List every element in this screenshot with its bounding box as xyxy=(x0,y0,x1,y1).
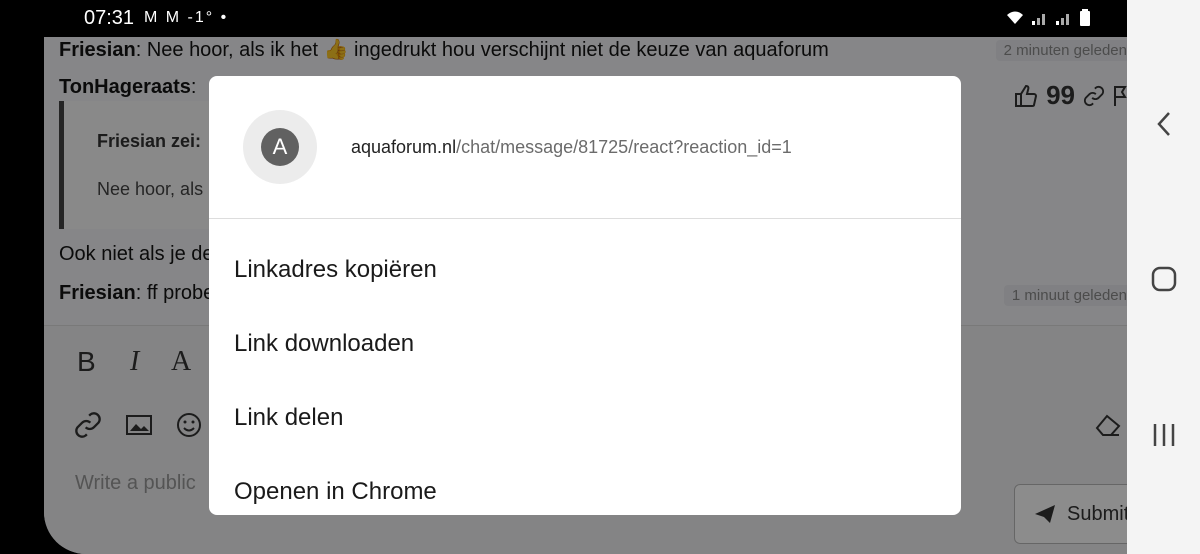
navigation-bar xyxy=(1127,0,1200,554)
home-icon xyxy=(1151,266,1176,292)
link-url: aquaforum.nl/chat/message/81725/react?re… xyxy=(351,137,792,158)
back-button[interactable] xyxy=(1127,110,1200,138)
menu-open-in-chrome[interactable]: Openen in Chrome xyxy=(234,478,437,506)
recents-icon xyxy=(1153,424,1174,446)
menu-copy-link[interactable]: Linkadres kopiëren xyxy=(234,256,437,284)
phone-screen: 07:31 M M -1° • Friesian: Nee hoor, als … xyxy=(0,0,1127,554)
battery-icon xyxy=(1080,9,1090,26)
status-bar: 07:31 M M -1° • xyxy=(0,0,1127,37)
url-path: /chat/message/81725/react?reaction_id=1 xyxy=(456,137,792,157)
status-time: 07:31 xyxy=(84,7,135,29)
url-domain: aquaforum.nl xyxy=(351,137,457,157)
home-button[interactable] xyxy=(1127,265,1200,293)
favicon-container: A xyxy=(243,110,317,184)
system-icons xyxy=(1005,9,1091,27)
link-context-menu: A aquaforum.nl/chat/message/81725/react?… xyxy=(209,76,961,515)
signal-icon xyxy=(1056,14,1069,25)
back-icon xyxy=(1156,112,1170,136)
menu-share-link[interactable]: Link delen xyxy=(234,404,343,432)
site-avatar: A xyxy=(261,128,299,166)
recents-button[interactable] xyxy=(1127,421,1200,449)
signal-icon xyxy=(1032,14,1045,25)
notification-icons: M M -1° • xyxy=(144,9,229,26)
link-preview-header: A aquaforum.nl/chat/message/81725/react?… xyxy=(209,76,961,219)
wifi-icon xyxy=(1007,11,1023,24)
menu-download-link[interactable]: Link downloaden xyxy=(234,330,414,358)
